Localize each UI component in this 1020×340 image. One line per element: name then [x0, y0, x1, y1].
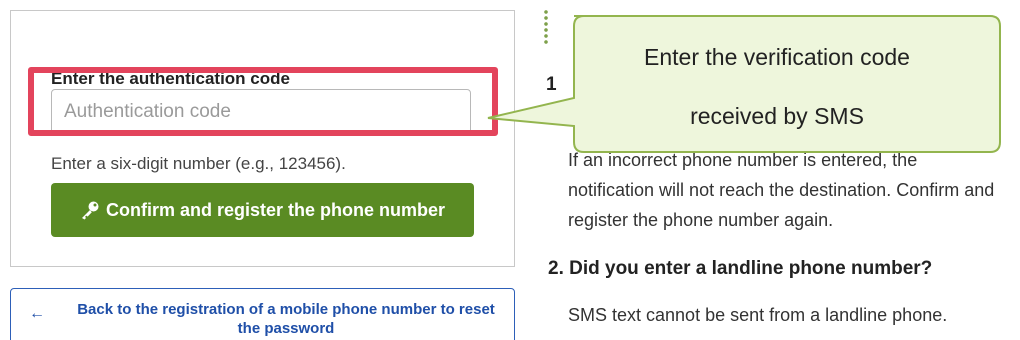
- back-to-registration-label: Back to the registration of a mobile pho…: [77, 301, 495, 337]
- confirm-register-phone-button[interactable]: Confirm and register the phone number: [51, 183, 474, 237]
- confirm-register-phone-label: Confirm and register the phone number: [105, 199, 446, 220]
- paragraph-landline: SMS text cannot be sent from a landline …: [568, 305, 948, 325]
- auth-code-input[interactable]: [51, 89, 471, 134]
- callout-text-line-2: received by SMS: [690, 103, 864, 129]
- heading-item-1: 1: [546, 74, 557, 95]
- heading-item-2: 2. Did you enter a landline phone number…: [548, 258, 933, 279]
- arrow-left-icon: ←: [29, 305, 45, 322]
- callout-text-line-1: Enter the verification code: [644, 44, 910, 70]
- verification-form-card: Enter the authentication code Enter a si…: [10, 10, 515, 267]
- back-to-registration-link[interactable]: ← Back to the registration of a mobile p…: [10, 288, 515, 340]
- key-icon: [80, 200, 100, 220]
- dotted-divider: [544, 9, 548, 45]
- auth-code-label: Enter the authentication code: [51, 69, 290, 88]
- auth-code-help-text: Enter a six-digit number (e.g., 123456).: [51, 154, 346, 173]
- page: Enter the authentication code Enter a si…: [0, 0, 1020, 340]
- paragraph-incorrect-number: If an incorrect phone number is entered,…: [568, 150, 995, 230]
